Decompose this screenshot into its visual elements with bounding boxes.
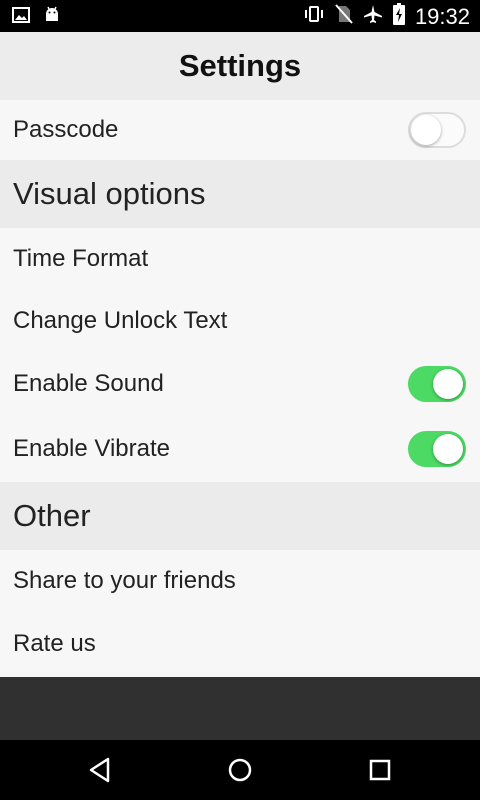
enable-sound-label: Enable Sound <box>13 370 164 397</box>
share-row[interactable]: Share to your friends <box>0 550 480 612</box>
section-label: Visual options <box>13 176 206 211</box>
toggle-knob <box>433 369 463 399</box>
screen: 19:32 Settings Passcode Visual options T… <box>0 0 480 800</box>
enable-vibrate-row[interactable]: Enable Vibrate <box>0 416 480 482</box>
home-icon[interactable] <box>224 754 256 786</box>
time-format-row[interactable]: Time Format <box>0 228 480 290</box>
enable-vibrate-label: Enable Vibrate <box>13 435 171 462</box>
section-header-other: Other <box>0 482 480 550</box>
rate-us-row[interactable]: Rate us <box>0 612 480 675</box>
android-icon <box>44 6 60 29</box>
section-label: Other <box>13 498 91 533</box>
page-title: Settings <box>178 48 302 83</box>
change-unlock-text-row[interactable]: Change Unlock Text <box>0 290 480 352</box>
settings-list: Passcode Visual options Time Format Chan… <box>0 100 480 675</box>
image-icon <box>12 7 30 28</box>
change-unlock-text-label: Change Unlock Text <box>13 307 228 334</box>
airplane-icon <box>363 4 383 29</box>
rate-us-label: Rate us <box>13 629 96 657</box>
battery-charging-icon <box>392 3 405 30</box>
toggle-knob <box>433 434 463 464</box>
enable-vibrate-toggle[interactable] <box>408 431 466 467</box>
share-label: Share to your friends <box>13 567 236 594</box>
time-format-label: Time Format <box>13 245 149 272</box>
status-time: 19:32 <box>414 3 470 29</box>
section-header-visual-options: Visual options <box>0 160 480 228</box>
header: Settings <box>0 32 480 100</box>
footer-area <box>0 677 480 740</box>
passcode-row[interactable]: Passcode <box>0 100 480 160</box>
toggle-knob <box>411 115 441 145</box>
navigation-bar <box>0 740 480 800</box>
no-sim-icon <box>335 4 353 29</box>
back-icon[interactable] <box>84 754 116 786</box>
passcode-label: Passcode <box>13 116 119 143</box>
status-bar: 19:32 <box>0 0 480 32</box>
recents-icon[interactable] <box>364 754 396 786</box>
passcode-toggle[interactable] <box>408 112 466 148</box>
vibrate-icon <box>303 5 325 28</box>
enable-sound-toggle[interactable] <box>408 366 466 402</box>
enable-sound-row[interactable]: Enable Sound <box>0 352 480 416</box>
